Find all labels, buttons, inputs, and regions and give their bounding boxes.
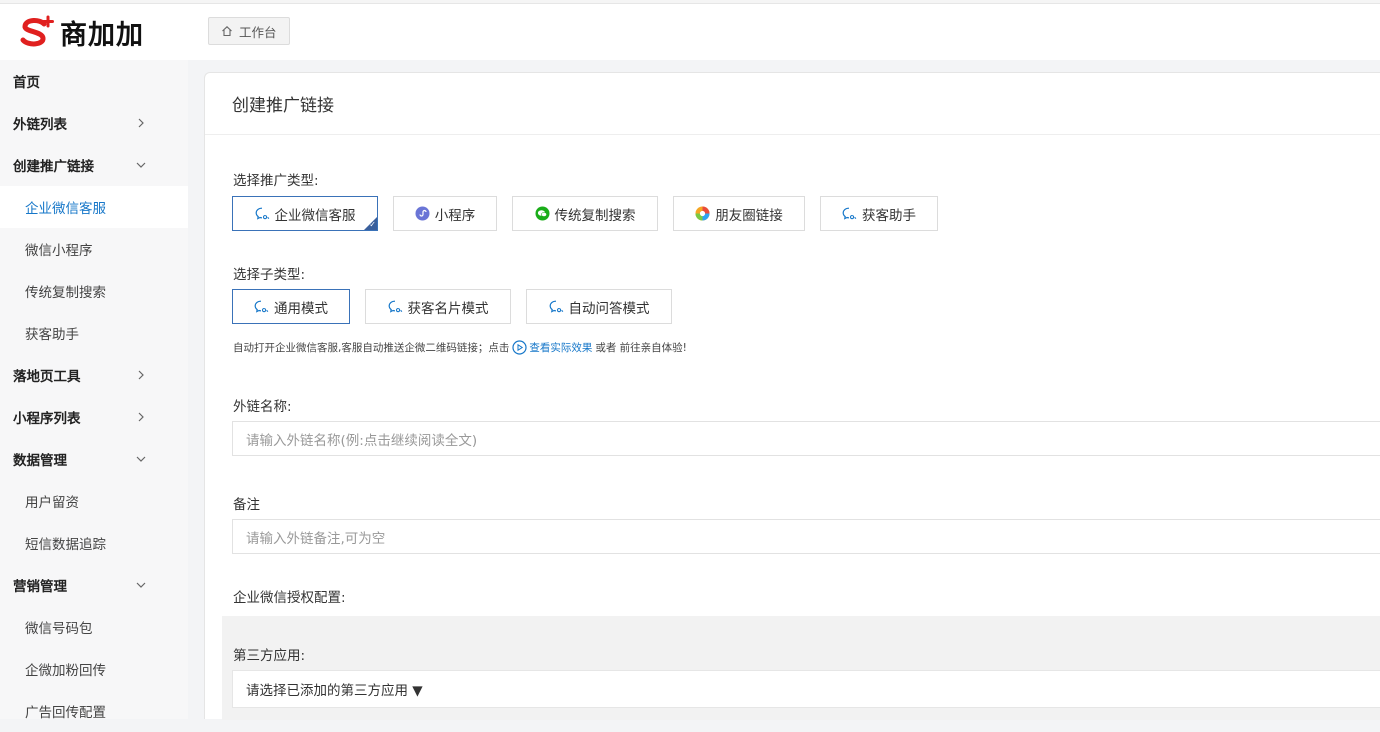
wecom-chat-icon bbox=[388, 300, 403, 313]
sidebar-item[interactable]: 短信数据追踪 bbox=[0, 522, 188, 564]
third-party-label: 第三方应用: bbox=[233, 648, 306, 664]
hint-text-before: 自动打开企业微信客服,客服自动推送企微二维码链接；点击 bbox=[233, 342, 510, 354]
wecom-chat-icon bbox=[254, 300, 269, 313]
sidebar-item-label: 微信小程序 bbox=[25, 243, 93, 259]
remark-label: 备注 bbox=[233, 497, 260, 513]
sidebar-item[interactable]: 用户留资 bbox=[0, 480, 188, 522]
promo-type-moments[interactable]: 朋友圈链接 bbox=[673, 196, 805, 231]
sidebar-item[interactable]: 落地页工具 bbox=[0, 354, 188, 396]
sub-type-general[interactable]: 通用模式 bbox=[232, 289, 350, 324]
chevron-right-icon bbox=[134, 410, 148, 424]
header: 工作台 bbox=[188, 4, 1380, 60]
promo-type-label-text: 企业微信客服 bbox=[274, 207, 356, 224]
home-icon bbox=[222, 26, 232, 37]
sidebar-item-label: 微信号码包 bbox=[25, 621, 93, 637]
sidebar-item-label: 广告回传配置 bbox=[25, 705, 106, 721]
wecom-chat-icon bbox=[549, 300, 564, 313]
sub-type-card[interactable]: 获客名片模式 bbox=[365, 289, 511, 324]
miniprogram-icon bbox=[415, 206, 430, 221]
promo-type-label-text: 获客助手 bbox=[862, 207, 916, 224]
promo-type-label-text: 朋友圈链接 bbox=[715, 207, 783, 224]
sidebar-item[interactable]: 企业微信客服 bbox=[0, 186, 188, 228]
sidebar-item-label: 数据管理 bbox=[13, 453, 67, 469]
sub-type-label-text: 通用模式 bbox=[274, 300, 328, 317]
promo-type-label: 选择推广类型: bbox=[233, 173, 319, 189]
main-panel: 创建推广链接 选择推广类型: 企业微信客服 ✓ 小程序 传统复制搜索 朋友圈链接… bbox=[204, 72, 1380, 720]
sidebar-item[interactable]: 获客助手 bbox=[0, 312, 188, 354]
chevron-down-icon bbox=[134, 578, 148, 592]
remark-input[interactable]: 请输入外链备注,可为空 bbox=[232, 519, 1380, 554]
moments-icon bbox=[695, 206, 710, 221]
brand-name: 商加加 bbox=[60, 19, 144, 51]
promo-type-copy-search[interactable]: 传统复制搜索 bbox=[512, 196, 658, 231]
sidebar-item-label: 获客助手 bbox=[25, 327, 79, 343]
logo[interactable]: 商加加 bbox=[0, 4, 188, 60]
promo-type-wecom-service[interactable]: 企业微信客服 ✓ bbox=[232, 196, 378, 231]
chevron-down-icon bbox=[134, 452, 148, 466]
hint-text-after: 或者 前往亲自体验! bbox=[595, 342, 687, 354]
sub-type-hint: 自动打开企业微信客服,客服自动推送企微二维码链接；点击 查看实际效果 或者 前往… bbox=[233, 340, 687, 355]
sidebar-item[interactable]: 创建推广链接 bbox=[0, 144, 188, 186]
sidebar-item-label: 创建推广链接 bbox=[13, 159, 94, 175]
sidebar-item[interactable]: 首页 bbox=[0, 60, 188, 102]
sidebar-item-label: 企业微信客服 bbox=[25, 201, 106, 217]
sidebar-item-label: 营销管理 bbox=[13, 579, 67, 595]
sidebar-item-label: 短信数据追踪 bbox=[25, 537, 106, 553]
sidebar-item[interactable]: 外链列表 bbox=[0, 102, 188, 144]
third-party-select[interactable]: 请选择已添加的第三方应用 ▼ bbox=[232, 670, 1380, 708]
breadcrumb-label: 工作台 bbox=[239, 24, 277, 40]
sidebar-item[interactable]: 小程序列表 bbox=[0, 396, 188, 438]
link-name-label: 外链名称: bbox=[233, 399, 292, 415]
sidebar-nav: 首页外链列表创建推广链接企业微信客服 微信小程序传统复制搜索 获客助手落地页工具小程… bbox=[0, 60, 188, 732]
remark-placeholder: 请输入外链备注,可为空 bbox=[246, 530, 386, 547]
sidebar-item-label: 首页 bbox=[13, 75, 40, 91]
wechat-icon bbox=[535, 206, 550, 221]
view-effect-link-text: 查看实际效果 bbox=[529, 342, 593, 354]
sidebar-item[interactable]: 微信小程序 bbox=[0, 228, 188, 270]
sidebar-item[interactable]: 广告回传配置 bbox=[0, 690, 188, 732]
sidebar-item[interactable]: 营销管理 bbox=[0, 564, 188, 606]
check-icon: ✓ bbox=[369, 220, 376, 229]
sub-type-auto-qa[interactable]: 自动问答模式 bbox=[526, 289, 672, 324]
sidebar-item-label: 外链列表 bbox=[13, 117, 67, 133]
third-party-panel: 第三方应用: 请选择已添加的第三方应用 ▼ bbox=[222, 616, 1380, 720]
view-effect-link[interactable]: 查看实际效果 bbox=[512, 340, 592, 355]
wecom-auth-label: 企业微信授权配置: bbox=[233, 590, 346, 606]
chevron-right-icon bbox=[134, 368, 148, 382]
promo-type-customer-assistant[interactable]: 获客助手 bbox=[820, 196, 938, 231]
link-name-input[interactable]: 请输入外链名称(例:点击继续阅读全文) bbox=[232, 421, 1380, 456]
chevron-down-icon bbox=[134, 158, 148, 172]
wecom-chat-icon bbox=[255, 207, 270, 220]
sidebar-item-label: 传统复制搜索 bbox=[25, 285, 106, 301]
sidebar-item-label: 小程序列表 bbox=[13, 411, 81, 427]
promo-type-miniprogram[interactable]: 小程序 bbox=[393, 196, 497, 231]
promo-type-label-text: 传统复制搜索 bbox=[554, 207, 636, 224]
sidebar-item[interactable]: 微信号码包 bbox=[0, 606, 188, 648]
sidebar-item[interactable]: 企微加粉回传 bbox=[0, 648, 188, 690]
promo-type-label-text: 小程序 bbox=[434, 207, 476, 224]
sub-type-label: 选择子类型: bbox=[233, 267, 306, 283]
sidebar-item[interactable]: 数据管理 bbox=[0, 438, 188, 480]
page-title: 创建推广链接 bbox=[205, 73, 1380, 135]
sidebar-item-label: 企微加粉回传 bbox=[25, 663, 106, 679]
sub-type-label-text: 获客名片模式 bbox=[407, 300, 489, 317]
link-name-placeholder: 请输入外链名称(例:点击继续阅读全文) bbox=[246, 432, 478, 449]
sidebar: 商加加 首页外链列表创建推广链接企业微信客服 微信小程序传统复制搜索 获客助手落地页… bbox=[0, 4, 188, 721]
third-party-select-value: 请选择已添加的第三方应用 ▼ bbox=[246, 683, 423, 699]
sidebar-item[interactable]: 传统复制搜索 bbox=[0, 270, 188, 312]
sub-type-label-text: 自动问答模式 bbox=[568, 300, 650, 317]
breadcrumb-tab[interactable]: 工作台 bbox=[208, 17, 290, 45]
chevron-right-icon bbox=[134, 116, 148, 130]
wecom-chat-icon bbox=[842, 207, 857, 220]
sidebar-item-label: 落地页工具 bbox=[13, 369, 81, 385]
brand-logo-icon bbox=[18, 15, 58, 49]
play-circle-icon bbox=[512, 340, 527, 355]
sidebar-item-label: 用户留资 bbox=[25, 495, 79, 511]
